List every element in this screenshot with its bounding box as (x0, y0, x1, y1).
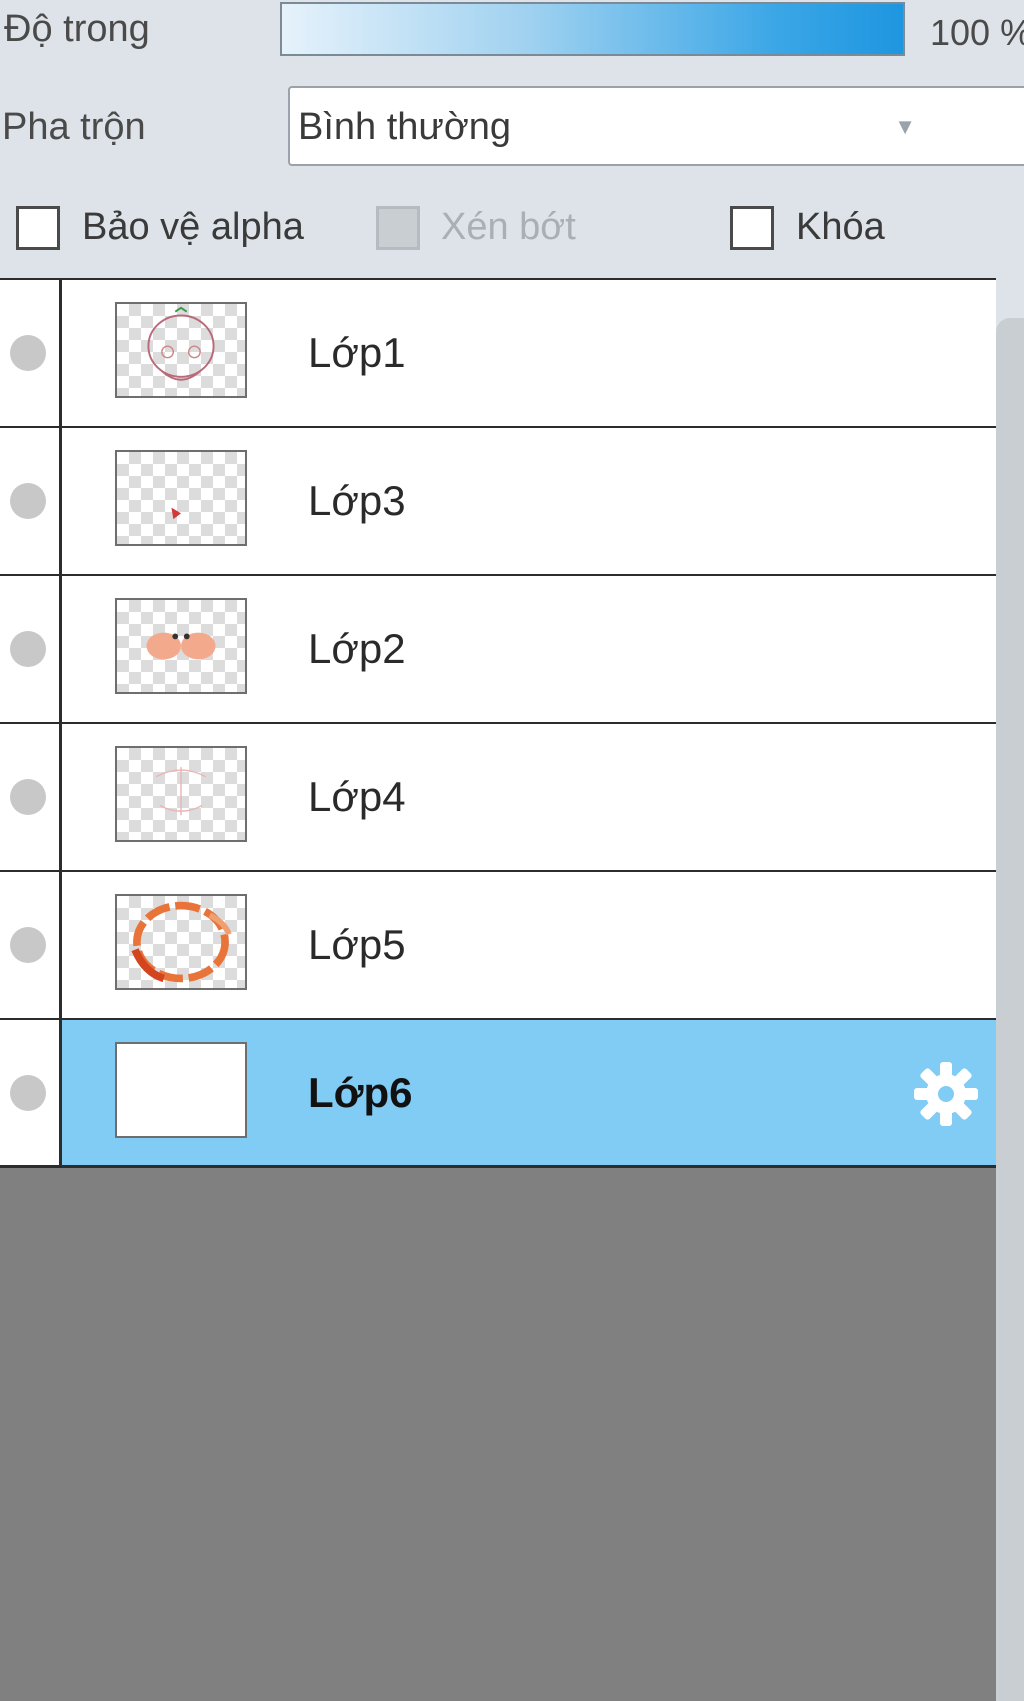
blend-mode-value: Bình thường (298, 106, 512, 148)
layer-thumbnail (115, 450, 247, 546)
visibility-toggle[interactable] (0, 724, 62, 870)
red-dot-icon (171, 507, 181, 520)
visibility-toggle[interactable] (0, 576, 62, 722)
clip-checkbox[interactable] (376, 206, 420, 250)
layer-thumbnail (115, 302, 247, 398)
layer-row[interactable]: Lớp3 (0, 426, 996, 574)
peach-cheeks-icon (146, 632, 216, 660)
lock-checkbox[interactable] (730, 206, 774, 250)
layer-list: Lớp1 Lớp3 Lớp2 Lớp4 Lớp5 Lớp6 (0, 278, 996, 1701)
blend-mode-label: Pha trộn (2, 106, 146, 148)
layer-name: Lớp4 (308, 773, 406, 820)
gear-icon[interactable] (910, 1058, 982, 1130)
layer-name: Lớp3 (308, 477, 406, 524)
clip-label: Xén bớt (441, 206, 576, 248)
lock-label: Khóa (796, 206, 885, 248)
layer-thumbnail (115, 598, 247, 694)
layer-thumbnail (115, 894, 247, 990)
layer-row[interactable]: Lớp5 (0, 870, 996, 1018)
layer-row[interactable]: Lớp2 (0, 574, 996, 722)
visibility-dot-icon (10, 1074, 46, 1111)
layer-row[interactable]: Lớp4 (0, 722, 996, 870)
layer-name: Lớp2 (308, 625, 406, 672)
orange-ring-icon (131, 901, 232, 983)
layer-row[interactable]: Lớp1 (0, 278, 996, 426)
chevron-down-icon: ▼ (894, 114, 916, 139)
protect-alpha-checkbox[interactable] (16, 206, 60, 250)
layer-thumbnail (115, 746, 247, 842)
blend-mode-dropdown[interactable]: Bình thường ▼ (288, 86, 1024, 166)
opacity-label: Độ trong (4, 8, 150, 50)
layer-list-scrollbar[interactable] (996, 318, 1024, 1701)
visibility-dot-icon (10, 631, 46, 667)
opacity-slider[interactable] (280, 2, 905, 56)
opacity-value: 100 % (930, 12, 1024, 53)
visibility-dot-icon (10, 335, 46, 371)
layer-name: Lớp5 (308, 921, 406, 968)
visibility-dot-icon (10, 927, 46, 963)
layer-panel: Độ trong 100 % Pha trộn Bình thường ▼ Bả… (0, 0, 1024, 1701)
protect-alpha-label: Bảo vệ alpha (82, 206, 304, 248)
layer-name: Lớp1 (308, 329, 406, 376)
visibility-toggle[interactable] (0, 1020, 62, 1165)
visibility-toggle[interactable] (0, 872, 62, 1018)
visibility-dot-icon (10, 483, 46, 519)
layer-thumbnail (115, 1042, 247, 1138)
layer-name: Lớp6 (308, 1068, 413, 1116)
faint-sketch-icon (155, 767, 207, 816)
visibility-dot-icon (10, 779, 46, 815)
visibility-toggle[interactable] (0, 280, 62, 426)
visibility-toggle[interactable] (0, 428, 62, 574)
layer-row-selected[interactable]: Lớp6 (0, 1018, 996, 1168)
skull-outline-icon (147, 306, 215, 381)
